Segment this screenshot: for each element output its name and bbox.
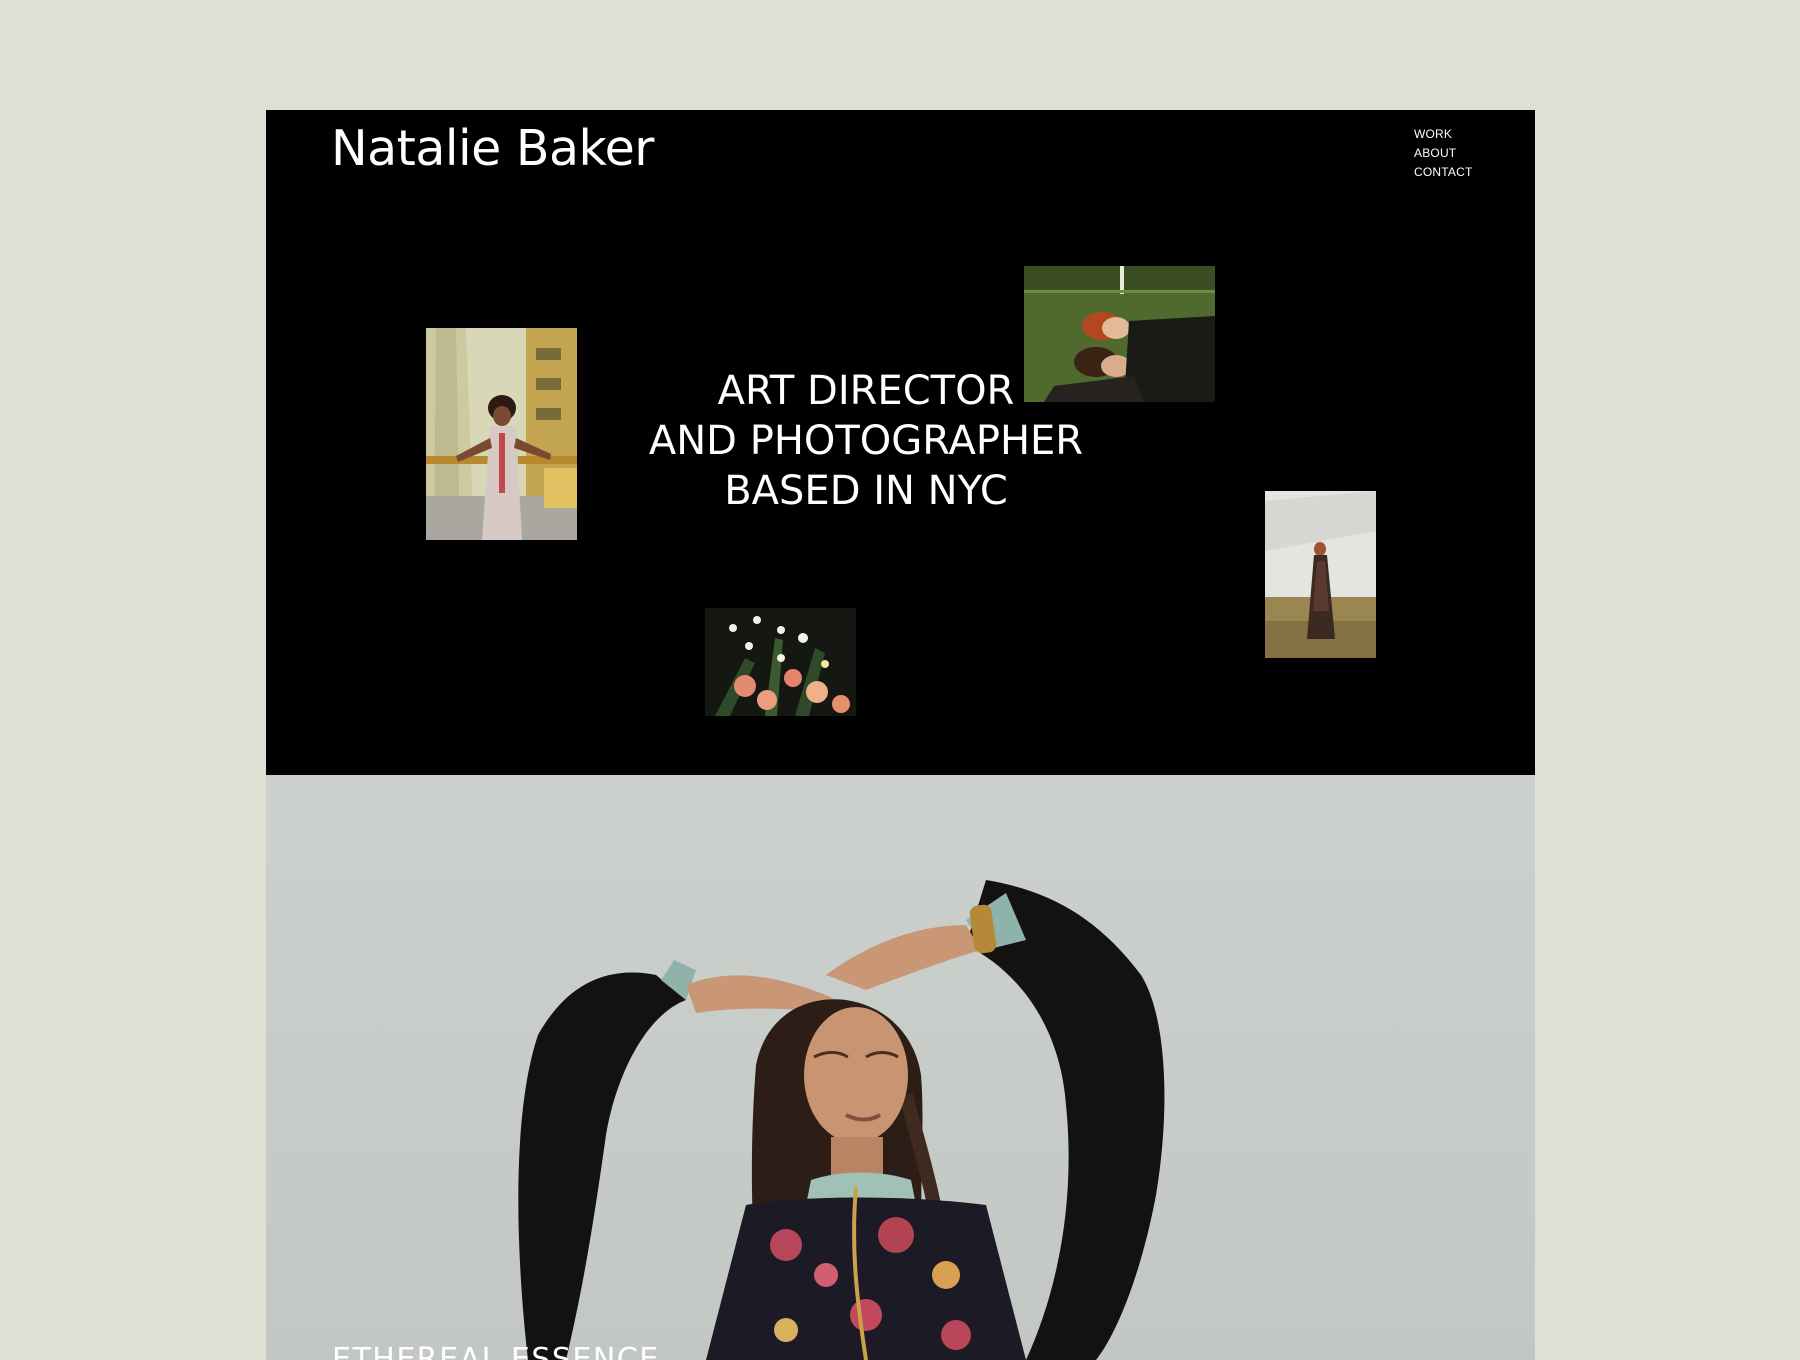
nav-item-work[interactable]: WORK — [1414, 125, 1473, 144]
nav-item-contact[interactable]: CONTACT — [1414, 163, 1473, 182]
hero-section: Natalie Baker WORK ABOUT CONTACT ART DIR… — [266, 110, 1535, 775]
tagline-line: ART DIRECTOR — [717, 368, 1015, 414]
tagline-line: BASED IN NYC — [724, 468, 1008, 514]
thumbnail-balcony-portrait[interactable] — [426, 328, 577, 540]
main-nav: WORK ABOUT CONTACT — [1414, 125, 1473, 182]
thumbnail-flowers[interactable] — [705, 608, 856, 716]
nav-item-about[interactable]: ABOUT — [1414, 144, 1473, 163]
featured-project-image — [266, 775, 1535, 1360]
portfolio-site: Natalie Baker WORK ABOUT CONTACT ART DIR… — [266, 110, 1535, 1360]
flowers-image — [705, 608, 856, 716]
field-portrait-image — [1265, 491, 1376, 658]
thumbnail-field-portrait[interactable] — [1265, 491, 1376, 658]
hero-tagline: ART DIRECTOR AND PHOTOGRAPHER BASED IN N… — [566, 366, 1166, 516]
featured-project-title[interactable]: ETHEREAL ESSENCE — [332, 1340, 660, 1360]
tagline-line: AND PHOTOGRAPHER — [648, 418, 1084, 464]
brand-name[interactable]: Natalie Baker — [331, 120, 654, 179]
featured-project[interactable]: ETHEREAL ESSENCE — [266, 775, 1535, 1360]
balcony-portrait-image — [426, 328, 577, 540]
